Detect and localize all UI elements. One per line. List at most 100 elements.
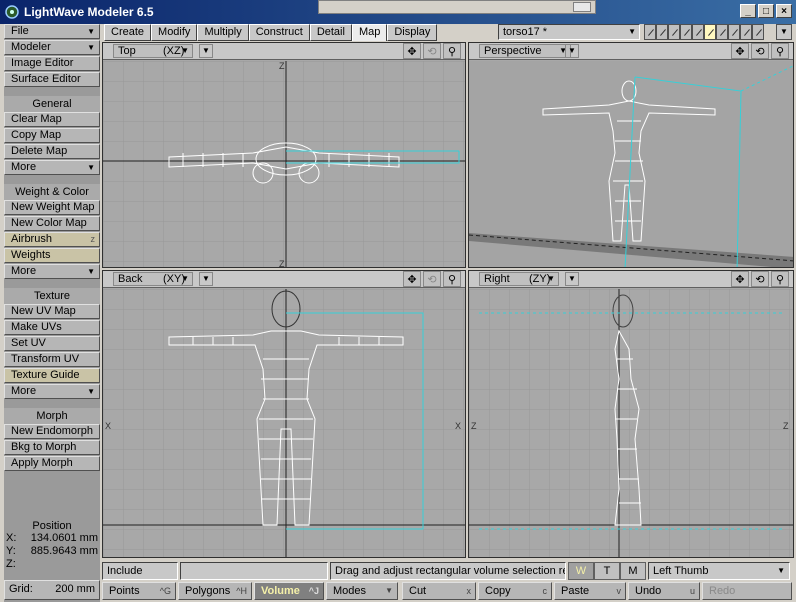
- layer-4-button[interactable]: [680, 24, 692, 40]
- title-info-box: [573, 2, 591, 12]
- new-uv-map-button[interactable]: New UV Map: [4, 304, 100, 319]
- layer-10-button[interactable]: [752, 24, 764, 40]
- position-y-label: Y:: [6, 545, 16, 557]
- layers-dropdown-icon[interactable]: ▼: [776, 24, 792, 40]
- weight-color-header: Weight & Color: [4, 184, 100, 200]
- set-uv-button[interactable]: Set UV: [4, 336, 100, 351]
- undo-button[interactable]: Undo u: [628, 582, 700, 600]
- bkg-to-morph-button[interactable]: Bkg to Morph: [4, 440, 100, 455]
- viewport-perspective-view-select[interactable]: Perspective: [479, 44, 571, 58]
- grid-label: Grid:: [9, 583, 33, 595]
- redo-button[interactable]: Redo: [702, 582, 792, 600]
- volume-label: Volume: [261, 585, 300, 597]
- close-icon[interactable]: ×: [776, 4, 792, 18]
- transform-uv-button[interactable]: Transform UV: [4, 352, 100, 367]
- cut-button[interactable]: Cut x: [402, 582, 476, 600]
- svg-text:Z: Z: [471, 421, 477, 431]
- points-mode-button[interactable]: Points ^G: [102, 582, 176, 600]
- tab-detail[interactable]: Detail: [309, 24, 352, 41]
- viewport-perspective-render-mode[interactable]: ▼: [565, 44, 579, 58]
- move-view-icon[interactable]: ✥: [403, 271, 421, 287]
- surface-editor-button[interactable]: Surface Editor: [4, 72, 100, 87]
- general-header: General: [4, 96, 100, 112]
- polygons-mode-button[interactable]: Polygons ^H: [178, 582, 252, 600]
- rotate-view-icon[interactable]: ⟲: [751, 43, 769, 59]
- layer-3-button[interactable]: [668, 24, 680, 40]
- viewport-top-render-mode[interactable]: ▼: [199, 44, 213, 58]
- map-selector[interactable]: Left Thumb ▼: [648, 562, 790, 580]
- minimize-icon[interactable]: _: [740, 4, 756, 18]
- viewport-back-render-mode[interactable]: ▼: [199, 272, 213, 286]
- viewport-right-canvas: ZZ: [469, 289, 793, 557]
- clear-map-button[interactable]: Clear Map: [4, 112, 100, 127]
- volume-mode-button[interactable]: Volume ^J: [254, 582, 324, 600]
- position-title: Position: [32, 520, 72, 532]
- viewport-right-render-mode[interactable]: ▼: [565, 272, 579, 286]
- layer-7-button[interactable]: [716, 24, 728, 40]
- copy-label: Copy: [485, 585, 511, 597]
- object-selector[interactable]: torso17 *: [498, 24, 640, 40]
- viewport-top-header: Top (XZ) ▼ ✥ ⟲ ⚲: [103, 43, 465, 60]
- copy-map-button[interactable]: Copy Map: [4, 128, 100, 143]
- include-value-field[interactable]: [180, 562, 328, 580]
- tab-map[interactable]: Map: [351, 24, 388, 41]
- modes-button[interactable]: Modes ▼: [326, 582, 398, 600]
- tab-construct[interactable]: Construct: [248, 24, 310, 41]
- morph-toggle[interactable]: M: [620, 562, 646, 580]
- viewport-perspective[interactable]: Perspective ▼ ✥ ⟲ ⚲: [468, 42, 794, 268]
- volume-shortcut: ^J: [308, 586, 319, 596]
- move-view-icon[interactable]: ✥: [731, 43, 749, 59]
- zoom-view-icon[interactable]: ⚲: [443, 271, 461, 287]
- tab-modify[interactable]: Modify: [151, 24, 198, 41]
- rotate-view-icon[interactable]: ⟲: [423, 271, 441, 287]
- zoom-view-icon[interactable]: ⚲: [771, 43, 789, 59]
- image-editor-button[interactable]: Image Editor: [4, 56, 100, 71]
- new-color-map-button[interactable]: New Color Map: [4, 216, 100, 231]
- layer-2-button[interactable]: [656, 24, 668, 40]
- airbrush-shortcut: z: [90, 234, 96, 244]
- include-field[interactable]: Include: [102, 562, 178, 580]
- layer-8-button[interactable]: [728, 24, 740, 40]
- position-readout: Position X: 134.0601 mm Y: 885.9643 mm Z…: [4, 518, 100, 574]
- file-menu[interactable]: File: [4, 24, 100, 39]
- airbrush-label: Airbrush: [11, 233, 52, 245]
- rotate-view-icon[interactable]: ⟲: [423, 43, 441, 59]
- layer-6-button[interactable]: [704, 24, 716, 40]
- tab-multiply[interactable]: Multiply: [197, 24, 249, 41]
- viewport-back-canvas: XX: [103, 289, 465, 557]
- layer-1-button[interactable]: [644, 24, 656, 40]
- viewport-right[interactable]: Right (ZY) ▼ ✥ ⟲ ⚲ ZZ: [468, 270, 794, 558]
- zoom-view-icon[interactable]: ⚲: [771, 271, 789, 287]
- apply-morph-button[interactable]: Apply Morph: [4, 456, 100, 471]
- rotate-view-icon[interactable]: ⟲: [751, 271, 769, 287]
- airbrush-button[interactable]: Airbrush z: [4, 232, 100, 247]
- texture-guide-button[interactable]: Texture Guide: [4, 368, 100, 383]
- texture-toggle[interactable]: T: [594, 562, 620, 580]
- new-weight-map-button[interactable]: New Weight Map: [4, 200, 100, 215]
- svg-text:X: X: [105, 421, 111, 431]
- viewport-back-name: Back: [118, 273, 143, 285]
- tab-display[interactable]: Display: [387, 24, 438, 41]
- new-endomorph-button[interactable]: New Endomorph: [4, 424, 100, 439]
- layer-9-button[interactable]: [740, 24, 752, 40]
- svg-text:Z: Z: [279, 259, 285, 268]
- viewport-top[interactable]: Top (XZ) ▼ ✥ ⟲ ⚲ ZZ: [102, 42, 466, 268]
- wireframe-toggle[interactable]: W: [568, 562, 594, 580]
- delete-map-button[interactable]: Delete Map: [4, 144, 100, 159]
- layer-buttons: [644, 24, 764, 40]
- move-view-icon[interactable]: ✥: [731, 271, 749, 287]
- weights-button[interactable]: Weights: [4, 248, 100, 263]
- weight-more-button[interactable]: More: [4, 264, 100, 279]
- layer-5-button[interactable]: [692, 24, 704, 40]
- texture-more-button[interactable]: More: [4, 384, 100, 399]
- modeler-menu[interactable]: Modeler: [4, 40, 100, 55]
- viewport-back[interactable]: Back (XY) ▼ ✥ ⟲ ⚲ XX: [102, 270, 466, 558]
- zoom-view-icon[interactable]: ⚲: [443, 43, 461, 59]
- move-view-icon[interactable]: ✥: [403, 43, 421, 59]
- copy-button[interactable]: Copy c: [478, 582, 552, 600]
- tab-create[interactable]: Create: [104, 24, 152, 41]
- general-more-button[interactable]: More: [4, 160, 100, 175]
- make-uvs-button[interactable]: Make UVs: [4, 320, 100, 335]
- maximize-icon[interactable]: □: [758, 4, 774, 18]
- paste-button[interactable]: Paste v: [554, 582, 626, 600]
